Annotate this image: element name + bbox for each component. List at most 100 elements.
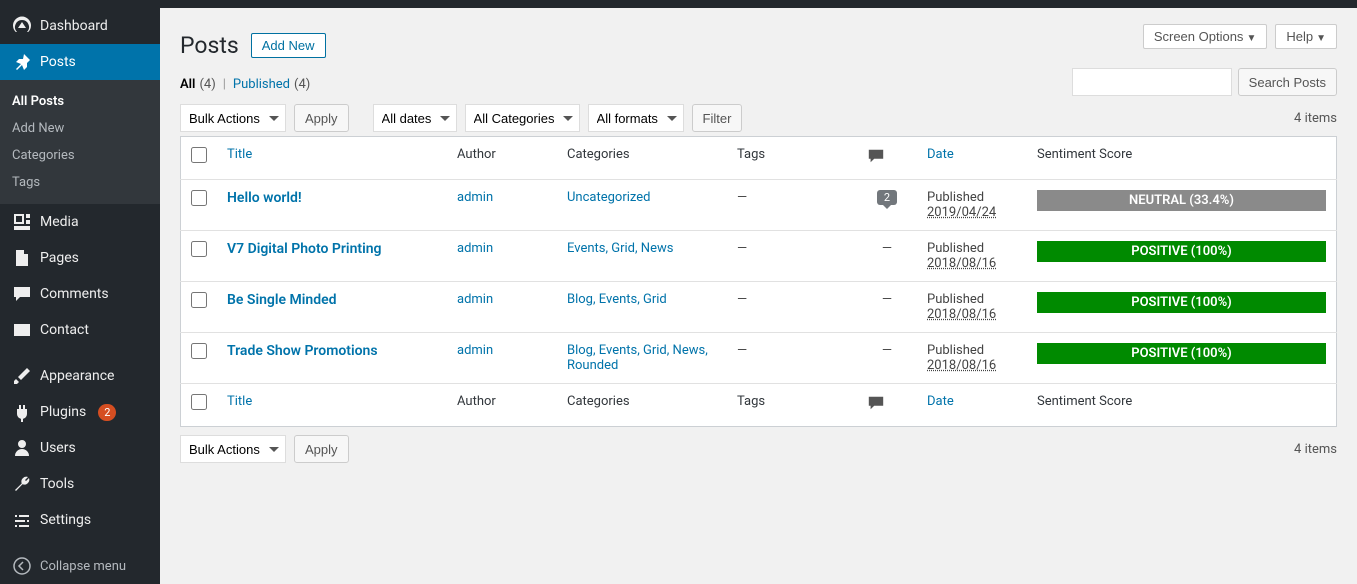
help-button[interactable]: Help▼ bbox=[1275, 24, 1337, 49]
items-count-bottom: 4 items bbox=[1294, 442, 1337, 457]
sidebar-item-appearance[interactable]: Appearance bbox=[0, 358, 160, 394]
sidebar-item-label: Tools bbox=[40, 476, 74, 492]
sidebar-item-tools[interactable]: Tools bbox=[0, 466, 160, 502]
bulk-actions-select-bottom[interactable]: Bulk Actions bbox=[180, 435, 286, 463]
category-link[interactable]: Blog, Events, Grid bbox=[567, 292, 667, 307]
user-icon bbox=[12, 438, 32, 458]
no-comments: — bbox=[882, 241, 892, 256]
column-tags: Tags bbox=[727, 137, 857, 180]
date-status: Published bbox=[927, 190, 984, 205]
format-filter-select[interactable]: All formats bbox=[588, 104, 684, 132]
page-title: Posts bbox=[180, 32, 239, 59]
date-value: 2018/08/16 bbox=[927, 307, 996, 322]
sidebar-item-dashboard[interactable]: Dashboard bbox=[0, 8, 160, 44]
sentiment-badge: POSITIVE (100%) bbox=[1037, 241, 1326, 262]
column-title-sort[interactable]: Title bbox=[227, 147, 252, 162]
apply-button-bottom[interactable]: Apply bbox=[294, 435, 349, 463]
collapse-menu-label: Collapse menu bbox=[40, 559, 126, 574]
category-link[interactable]: Uncategorized bbox=[567, 190, 650, 205]
sentiment-badge: NEUTRAL (33.4%) bbox=[1037, 190, 1326, 211]
tags-cell: — bbox=[727, 333, 857, 384]
sidebar-item-comments[interactable]: Comments bbox=[0, 276, 160, 312]
column-author: Author bbox=[447, 384, 557, 427]
column-tags: Tags bbox=[727, 384, 857, 427]
search-posts-button[interactable]: Search Posts bbox=[1238, 68, 1337, 96]
gauge-icon bbox=[12, 16, 32, 36]
sidebar-item-posts[interactable]: Posts bbox=[0, 44, 160, 80]
sidebar-item-label: Posts bbox=[40, 54, 76, 70]
sidebar-item-media[interactable]: Media bbox=[0, 204, 160, 240]
post-title-link[interactable]: Hello world! bbox=[227, 190, 302, 206]
column-date-sort[interactable]: Date bbox=[927, 147, 954, 162]
table-row: Trade Show Promotions admin Blog, Events, … bbox=[181, 333, 1337, 384]
column-comments[interactable] bbox=[857, 137, 917, 180]
column-comments[interactable] bbox=[857, 384, 917, 427]
row-checkbox[interactable] bbox=[191, 343, 207, 359]
row-checkbox[interactable] bbox=[191, 241, 207, 257]
mail-icon bbox=[12, 320, 32, 340]
no-comments: — bbox=[882, 343, 892, 358]
chevron-down-icon: ▼ bbox=[1316, 33, 1326, 44]
date-value: 2018/08/16 bbox=[927, 358, 996, 373]
items-count: 4 items bbox=[1294, 111, 1337, 126]
submenu-item-categories[interactable]: Categories bbox=[0, 142, 160, 169]
chevron-down-icon: ▼ bbox=[1246, 33, 1256, 44]
sidebar-item-label: Appearance bbox=[40, 368, 114, 384]
author-link[interactable]: admin bbox=[457, 241, 493, 256]
sidebar-item-label: Contact bbox=[40, 322, 89, 338]
row-checkbox[interactable] bbox=[191, 292, 207, 308]
search-posts-input[interactable] bbox=[1072, 68, 1232, 96]
wrench-icon bbox=[12, 474, 32, 494]
date-filter-select[interactable]: All dates bbox=[373, 104, 457, 132]
sidebar-item-label: Media bbox=[40, 214, 79, 230]
column-date-sort[interactable]: Date bbox=[927, 394, 954, 409]
post-title-link[interactable]: Trade Show Promotions bbox=[227, 343, 378, 359]
sidebar-item-users[interactable]: Users bbox=[0, 430, 160, 466]
submenu-item-add-new[interactable]: Add New bbox=[0, 115, 160, 142]
sidebar-item-plugins[interactable]: Plugins 2 bbox=[0, 394, 160, 430]
author-link[interactable]: admin bbox=[457, 190, 493, 205]
sidebar-item-label: Pages bbox=[40, 250, 79, 266]
bulk-actions-select[interactable]: Bulk Actions bbox=[180, 104, 286, 132]
post-title-link[interactable]: Be Single Minded bbox=[227, 292, 337, 308]
column-sentiment: Sentiment Score bbox=[1027, 137, 1337, 180]
pin-icon bbox=[12, 52, 32, 72]
category-link[interactable]: Blog, Events, Grid, News, Rounded bbox=[567, 343, 708, 373]
author-link[interactable]: admin bbox=[457, 292, 493, 307]
column-author: Author bbox=[447, 137, 557, 180]
submenu-item-all-posts[interactable]: All Posts bbox=[0, 88, 160, 115]
comment-count-bubble[interactable]: 2 bbox=[877, 190, 897, 205]
tags-cell: — bbox=[727, 282, 857, 333]
select-all-checkbox[interactable] bbox=[191, 147, 207, 163]
screen-options-button[interactable]: Screen Options▼ bbox=[1143, 24, 1268, 49]
select-all-checkbox-footer[interactable] bbox=[191, 394, 207, 410]
tags-cell: — bbox=[727, 231, 857, 282]
row-checkbox[interactable] bbox=[191, 190, 207, 206]
collapse-menu-button[interactable]: Collapse menu bbox=[0, 548, 160, 584]
filter-all-link[interactable]: All bbox=[180, 77, 195, 92]
sidebar-item-contact[interactable]: Contact bbox=[0, 312, 160, 348]
table-row: V7 Digital Photo Printing admin Events, Gr… bbox=[181, 231, 1337, 282]
plugin-update-badge: 2 bbox=[98, 404, 116, 421]
post-title-link[interactable]: V7 Digital Photo Printing bbox=[227, 241, 382, 257]
submenu-item-tags[interactable]: Tags bbox=[0, 169, 160, 196]
table-row: Hello world! admin Uncategorized — 2 Publishe… bbox=[181, 180, 1337, 231]
sidebar-item-pages[interactable]: Pages bbox=[0, 240, 160, 276]
apply-button[interactable]: Apply bbox=[294, 104, 349, 132]
author-link[interactable]: admin bbox=[457, 343, 493, 358]
admin-sidebar: Dashboard Posts All Posts Add New Catego… bbox=[0, 8, 160, 584]
posts-table: Title Author Categories Tags Date Sentim… bbox=[180, 136, 1337, 427]
no-comments: — bbox=[882, 292, 892, 307]
category-link[interactable]: Events, Grid, News bbox=[567, 241, 673, 256]
column-categories: Categories bbox=[557, 137, 727, 180]
filter-button[interactable]: Filter bbox=[692, 104, 743, 132]
add-new-button[interactable]: Add New bbox=[251, 33, 326, 58]
sidebar-submenu-posts: All Posts Add New Categories Tags bbox=[0, 80, 160, 204]
sidebar-item-settings[interactable]: Settings bbox=[0, 502, 160, 538]
category-filter-select[interactable]: All Categories bbox=[465, 104, 580, 132]
column-title-sort[interactable]: Title bbox=[227, 394, 252, 409]
filter-published-link[interactable]: Published bbox=[233, 77, 290, 92]
sidebar-item-label: Plugins bbox=[40, 404, 86, 420]
tags-cell: — bbox=[727, 180, 857, 231]
comment-icon bbox=[12, 284, 32, 304]
